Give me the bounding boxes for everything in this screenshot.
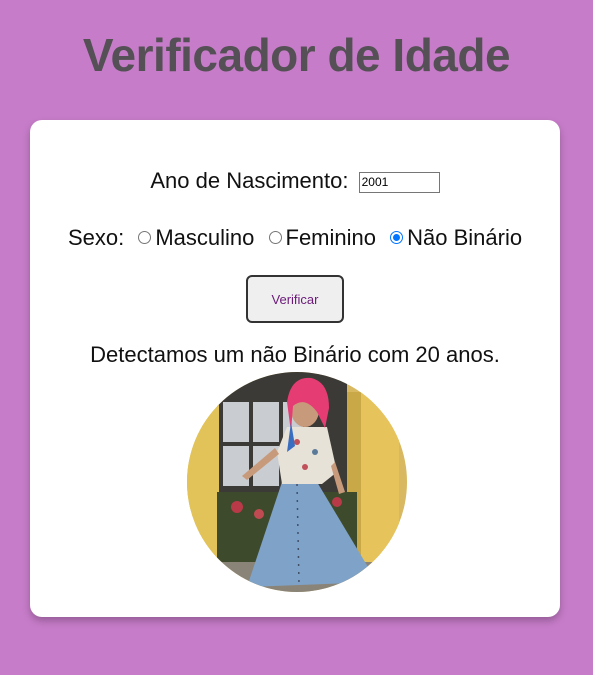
radio-masculino[interactable] (138, 230, 152, 244)
age-checker-card: Ano de Nascimento: Sexo: Masculino Femin… (30, 120, 560, 617)
radio-label-masculino[interactable]: Masculino (155, 225, 254, 250)
radio-feminino[interactable] (268, 230, 282, 244)
birth-year-label: Ano de Nascimento: (150, 168, 349, 193)
birth-year-input[interactable] (358, 171, 440, 193)
radio-label-feminino[interactable]: Feminino (286, 225, 376, 250)
sex-label: Sexo: (67, 225, 125, 250)
result-photo (187, 372, 407, 592)
radio-label-nao-binario[interactable]: Não Binário (407, 225, 522, 250)
birth-year-row: Ano de Nascimento: (30, 168, 560, 194)
verify-button[interactable]: Verificar (246, 275, 344, 323)
page-title: Verificador de Idade (82, 29, 511, 81)
result-text: Detectamos um não Binário com 20 anos. (90, 342, 500, 367)
radio-nao-binario[interactable] (390, 230, 404, 244)
sex-row: Sexo: Masculino Feminino Não Binário (30, 225, 560, 251)
person-photo-illustration (187, 372, 407, 592)
